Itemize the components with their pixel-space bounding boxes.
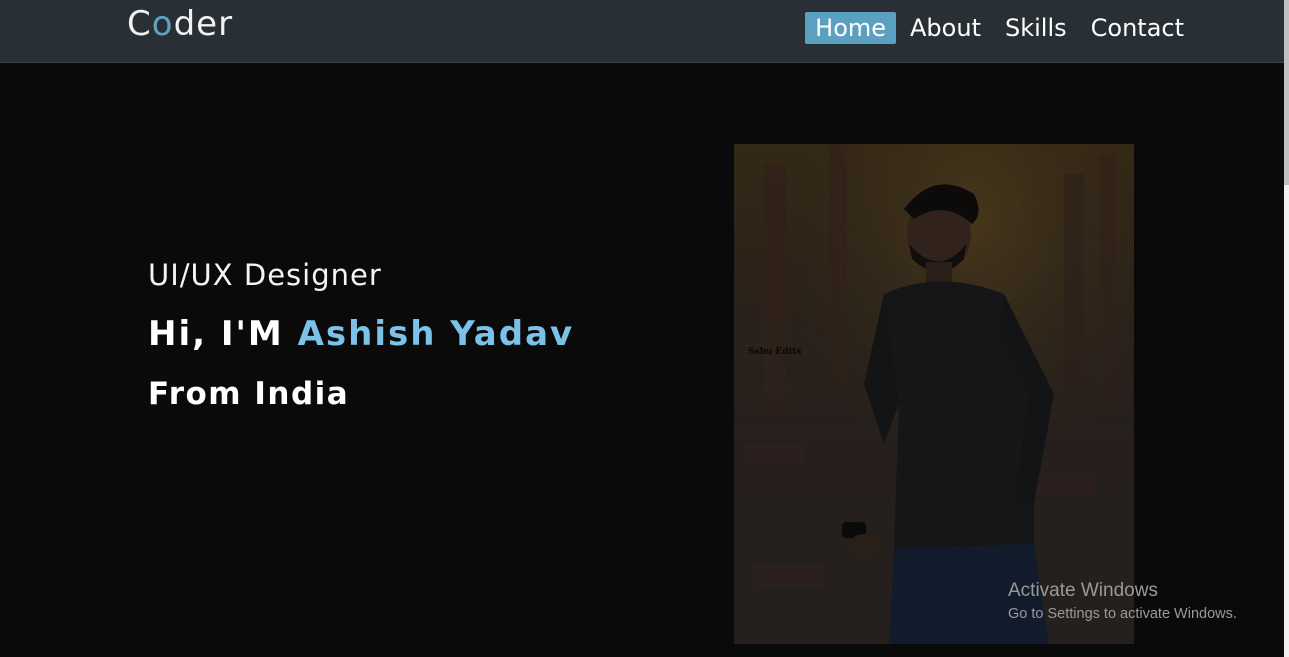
hero-greeting: Hi, I'M Ashish Yadav (148, 314, 574, 354)
activate-windows-subtitle: Go to Settings to activate Windows. (1008, 606, 1237, 622)
logo-accent-letter: o (151, 4, 174, 44)
nav-contact-link[interactable]: Contact (1081, 12, 1194, 44)
page-scrollbar[interactable] (1284, 0, 1289, 657)
activate-windows-notice: Activate Windows Go to Settings to activ… (1008, 580, 1237, 624)
nav-skills-link[interactable]: Skills (995, 12, 1077, 44)
hero-greeting-prefix: Hi, I'M (148, 314, 298, 354)
profile-photo: Ssbu Edits (734, 144, 1134, 644)
activate-windows-title: Activate Windows (1008, 580, 1158, 601)
nav-about-link[interactable]: About (900, 12, 991, 44)
logo-first-letter: C (127, 4, 152, 44)
hero-location: From India (148, 376, 350, 412)
site-logo[interactable]: Coder (127, 2, 233, 46)
nav-home-link[interactable]: Home (805, 12, 897, 44)
scrollbar-thumb[interactable] (1284, 0, 1289, 185)
logo-rest: der (173, 4, 234, 44)
main-nav: Home About Skills Contact (805, 12, 1194, 44)
navbar: Coder Home About Skills Contact (0, 0, 1284, 63)
profile-photo-illustration: Ssbu Edits (734, 144, 1134, 644)
hero-name-highlight: Ashish Yadav (297, 314, 575, 354)
page: Coder Home About Skills Contact UI/UX De… (0, 0, 1289, 657)
hero-role: UI/UX Designer (148, 258, 382, 292)
